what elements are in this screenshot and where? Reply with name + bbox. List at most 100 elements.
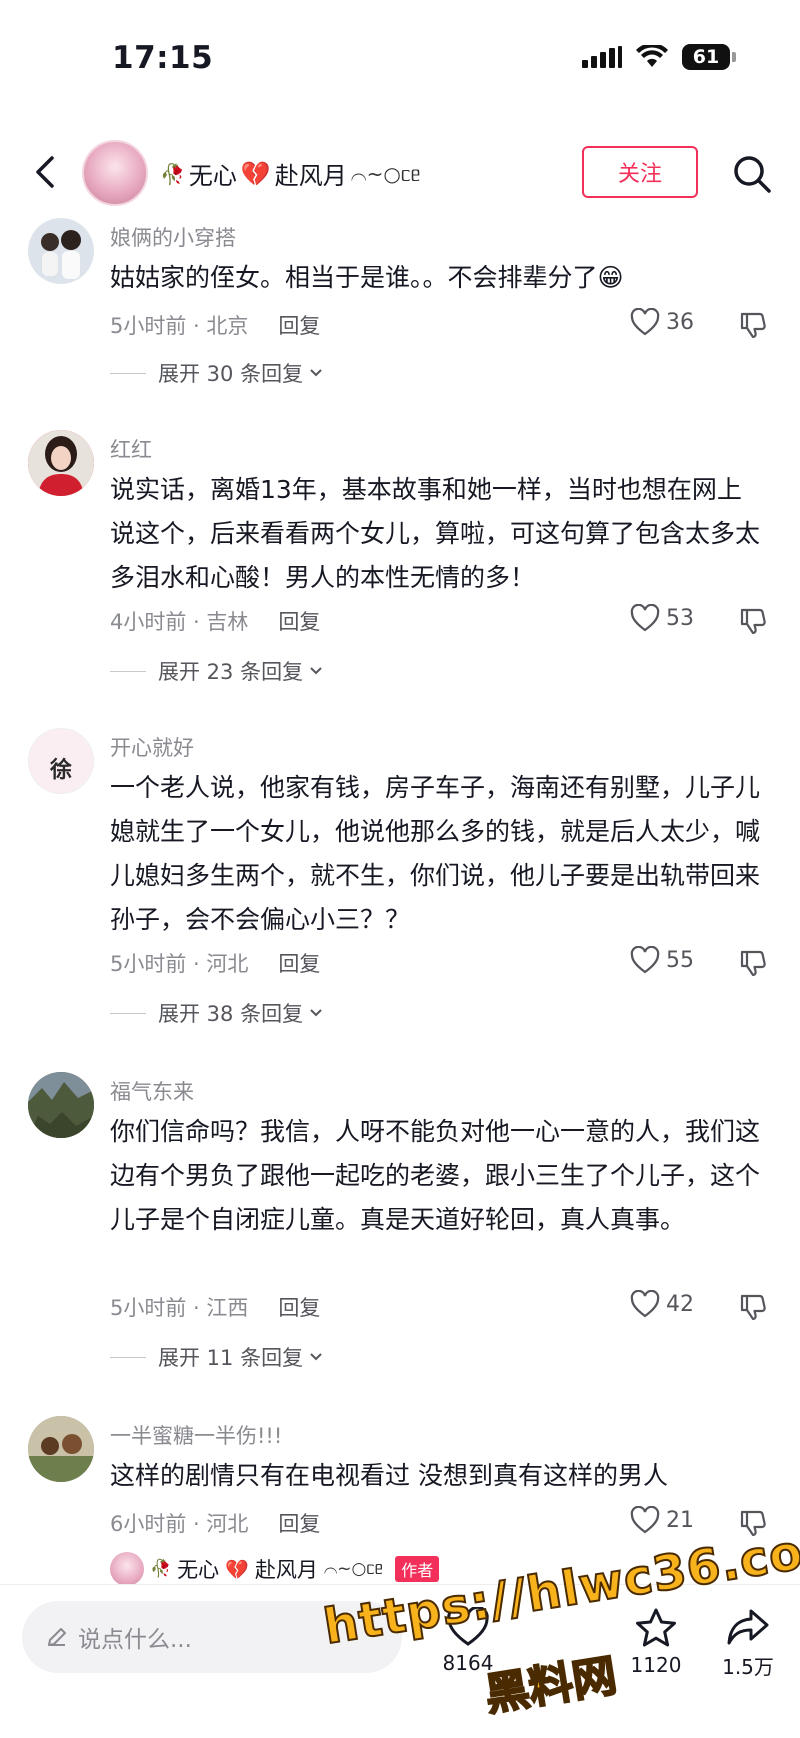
favorite-action-count: 1120 [630,1653,682,1677]
commenter-name[interactable]: 一半蜜糖一半伤!!! [110,1420,282,1450]
expand-replies-label: 展开 11 条回复 [158,1346,304,1370]
comment-text: 你们信命吗？我信，人呀不能负对他一心一意的人，我们这边有个男负了跟他一起吃的老婆… [110,1117,761,1234]
chevron-down-icon [310,1009,322,1017]
dislike-icon[interactable] [738,1292,768,1322]
rose-icon: 🥀 [150,1559,172,1579]
author-name-part2: 赴风月 [274,162,347,190]
author-reply-name-part1: 无心 [177,1558,220,1582]
avatar-image-icon [28,1416,94,1482]
avatar-image-icon [41,230,81,279]
comment-text: 一个老人说，他家有钱，房子车子，海南还有别墅，儿子儿媳就生了一个女儿，他说他那么… [110,773,761,934]
comment-time-location: 5小时前 · 江西 [110,1296,249,1320]
heart-icon [630,604,660,632]
comment-time-location: 5小时前 · 北京 [110,314,249,338]
author-name-part1: 无心 [188,162,237,190]
expand-replies-button[interactable]: 展开 11 条回复 [110,1342,323,1372]
like-button[interactable]: 55 [630,946,694,974]
avatar-image-icon [28,1072,94,1138]
expand-replies-button[interactable]: 展开 30 条回复 [110,358,323,388]
dislike-icon[interactable] [738,310,768,340]
battery-icon: 61 [682,44,736,70]
star-icon [636,1608,676,1647]
comment-text: 这样的剧情只有在电视看过 没想到真有这样的男人 [110,1461,668,1490]
comment-time-location: 6小时前 · 河北 [110,1512,249,1536]
heart-icon [630,308,660,336]
like-button[interactable]: 36 [630,308,694,336]
share-action-count: 1.5万 [722,1655,774,1679]
comment-meta: 6小时前 · 河北 回复 [110,1508,320,1538]
status-bar: 17:15 61 [0,0,800,110]
heart-icon [630,1506,660,1534]
broken-heart-icon: 💔 [225,1558,249,1581]
reply-button[interactable]: 回复 [278,1508,320,1538]
like-count: 42 [666,1291,694,1317]
author-name-suffix: ⌒~○ᥴᥱ [350,161,421,186]
comment-meta: 4小时前 · 吉林 回复 [110,606,320,636]
signal-icon [582,46,622,68]
share-action-button[interactable]: 1.5万 [708,1607,788,1680]
author-reply-name-part2: 赴风月 [254,1558,318,1582]
search-icon[interactable] [730,152,774,196]
favorite-action-button[interactable]: 1120 [616,1607,696,1677]
reply-button[interactable]: 回复 [278,606,320,636]
like-button[interactable]: 21 [630,1506,694,1534]
avatar-image-icon [28,430,94,496]
expand-replies-label: 展开 38 条回复 [158,1002,304,1026]
author-tag: 作者 [395,1556,440,1582]
dislike-icon[interactable] [738,606,768,636]
comment-time-location: 5小时前 · 河北 [110,952,249,976]
commenter-avatar[interactable] [28,1416,94,1482]
rose-icon: 🥀 [160,161,185,186]
chevron-down-icon [310,667,322,675]
like-button[interactable]: 42 [630,1290,694,1318]
commenter-avatar-text: 徐 [49,758,72,783]
reply-button[interactable]: 回复 [278,948,320,978]
dislike-icon[interactable] [738,948,768,978]
comment-meta: 5小时前 · 北京 回复 [110,310,320,340]
commenter-avatar[interactable] [28,430,94,496]
comment-meta: 5小时前 · 河北 回复 [110,948,320,978]
expand-replies-label: 展开 23 条回复 [158,660,304,684]
comment-time-location: 4小时前 · 吉林 [110,610,249,634]
commenter-name[interactable]: 娘俩的小穿搭 [110,222,236,252]
commenter-avatar[interactable] [28,1072,94,1138]
status-icons: 61 [582,44,736,70]
like-count: 53 [666,605,694,631]
like-count: 55 [666,947,694,973]
comment-meta: 5小时前 · 江西 回复 [110,1292,320,1322]
chevron-down-icon [310,1353,322,1361]
commenter-name[interactable]: 福气东来 [110,1076,194,1106]
expand-replies-button[interactable]: 展开 23 条回复 [110,656,323,686]
commenter-name[interactable]: 红红 [110,434,152,464]
author-name[interactable]: 🥀 无心 💔 赴风月 ⌒~○ᥴᥱ [160,156,421,191]
chevron-down-icon [310,369,322,377]
author-reply-preview[interactable]: 🥀 无心 💔 赴风月 ⌒~○ᥴᥱ 作者 [110,1552,440,1586]
comment-text: 说实话，离婚13年，基本故事和她一样，当时也想在网上说这个，后来看看两个女儿，算… [110,475,761,592]
header: 🥀 无心 💔 赴风月 ⌒~○ᥴᥱ 关注 [0,130,800,216]
commenter-avatar[interactable] [28,218,94,284]
status-time: 17:15 [112,40,214,76]
pencil-icon [48,1628,66,1646]
heart-icon [630,946,660,974]
like-count: 21 [666,1507,694,1533]
like-count: 36 [666,309,694,335]
battery-level: 61 [692,46,720,68]
expand-replies-label: 展开 30 条回复 [158,362,304,386]
comment-text: 姑姑家的侄女。相当于是谁。。不会排辈分了😁 [110,263,624,292]
author-reply-name-suffix: ⌒~○ᥴᥱ [323,1559,384,1579]
author-reply-avatar [110,1552,144,1586]
expand-replies-button[interactable]: 展开 38 条回复 [110,998,323,1028]
back-icon[interactable] [26,152,66,192]
commenter-avatar[interactable]: 徐 [28,728,94,794]
wifi-icon [636,45,668,67]
heart-icon [630,1290,660,1318]
share-icon [727,1609,769,1645]
like-button[interactable]: 53 [630,604,694,632]
reply-button[interactable]: 回复 [278,310,320,340]
commenter-name[interactable]: 开心就好 [110,732,194,762]
reply-button[interactable]: 回复 [278,1292,320,1322]
follow-button[interactable]: 关注 [582,146,698,198]
author-avatar[interactable] [82,140,148,206]
comment-input-placeholder: 说点什么... [78,1627,192,1653]
broken-heart-icon: 💔 [240,159,271,188]
